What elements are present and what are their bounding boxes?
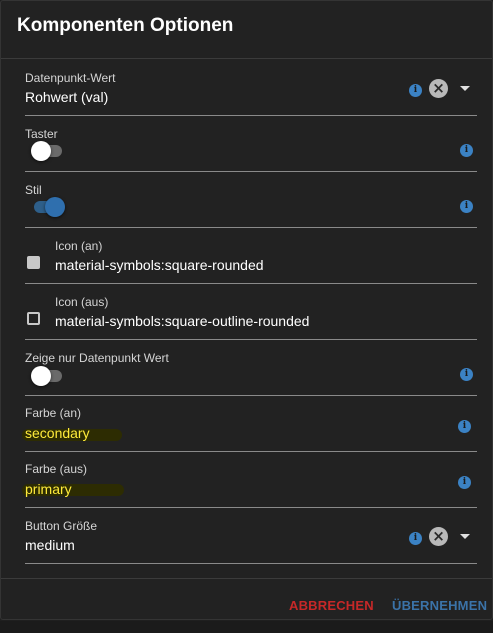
title-divider	[1, 58, 492, 59]
field-label: Icon (aus)	[55, 295, 109, 309]
component-options-dialog: Komponenten Optionen Datenpunkt-Wert Roh…	[0, 0, 493, 620]
field-stil: Stil i	[25, 172, 477, 228]
clear-icon[interactable]: ×	[429, 527, 448, 546]
field-value[interactable]: material-symbols:square-outline-rounded	[55, 313, 309, 329]
field-label: Datenpunkt-Wert	[25, 71, 116, 85]
field-button-groesse[interactable]: Button Größe medium i ×	[25, 508, 477, 564]
field-label: Farbe (an)	[25, 406, 82, 420]
field-icon-aus[interactable]: Icon (aus) material-symbols:square-outli…	[25, 284, 477, 340]
info-icon[interactable]: i	[458, 420, 471, 433]
field-label: Stil	[25, 183, 42, 197]
switch-thumb	[31, 141, 51, 161]
field-value[interactable]: material-symbols:square-rounded	[55, 257, 264, 273]
field-label: Zeige nur Datenpunkt Wert	[25, 351, 169, 365]
square-outline-icon	[27, 312, 40, 325]
square-filled-icon	[27, 256, 40, 269]
chevron-down-icon[interactable]	[460, 534, 470, 539]
field-label: Farbe (aus)	[25, 462, 88, 476]
field-label: Taster	[25, 127, 58, 141]
switch-thumb	[45, 197, 65, 217]
zeige-nur-switch[interactable]	[31, 366, 65, 386]
info-icon[interactable]: i	[460, 200, 473, 213]
switch-thumb	[31, 366, 51, 386]
field-zeige-nur-datenpunkt-wert: Zeige nur Datenpunkt Wert i	[25, 340, 477, 396]
info-icon[interactable]: i	[460, 368, 473, 381]
info-icon[interactable]: i	[409, 84, 422, 97]
field-label: Button Größe	[25, 519, 98, 533]
field-icon-an[interactable]: Icon (an) material-symbols:square-rounde…	[25, 228, 477, 284]
apply-button[interactable]: ÜBERNEHMEN	[392, 598, 487, 613]
field-value[interactable]: secondary	[25, 425, 90, 441]
background-page	[0, 621, 493, 633]
chevron-down-icon[interactable]	[460, 86, 470, 91]
field-taster: Taster i	[25, 116, 477, 172]
cancel-button[interactable]: ABBRECHEN	[289, 598, 374, 613]
taster-switch[interactable]	[31, 141, 65, 161]
field-datenpunkt-wert[interactable]: Datenpunkt-Wert Rohwert (val) i ×	[25, 60, 477, 116]
clear-icon[interactable]: ×	[429, 79, 448, 98]
info-icon[interactable]: i	[460, 144, 473, 157]
field-value[interactable]: Rohwert (val)	[25, 89, 108, 105]
field-value[interactable]: medium	[25, 537, 75, 553]
field-label: Icon (an)	[55, 239, 103, 253]
field-value[interactable]: primary	[25, 481, 72, 497]
field-farbe-an[interactable]: Farbe (an) secondary i	[22, 396, 477, 452]
dialog-title: Komponenten Optionen	[17, 15, 234, 36]
field-farbe-aus[interactable]: Farbe (aus) primary i	[22, 452, 477, 508]
info-icon[interactable]: i	[409, 532, 422, 545]
actions-divider	[1, 578, 492, 579]
info-icon[interactable]: i	[458, 476, 471, 489]
stil-switch[interactable]	[31, 197, 65, 217]
